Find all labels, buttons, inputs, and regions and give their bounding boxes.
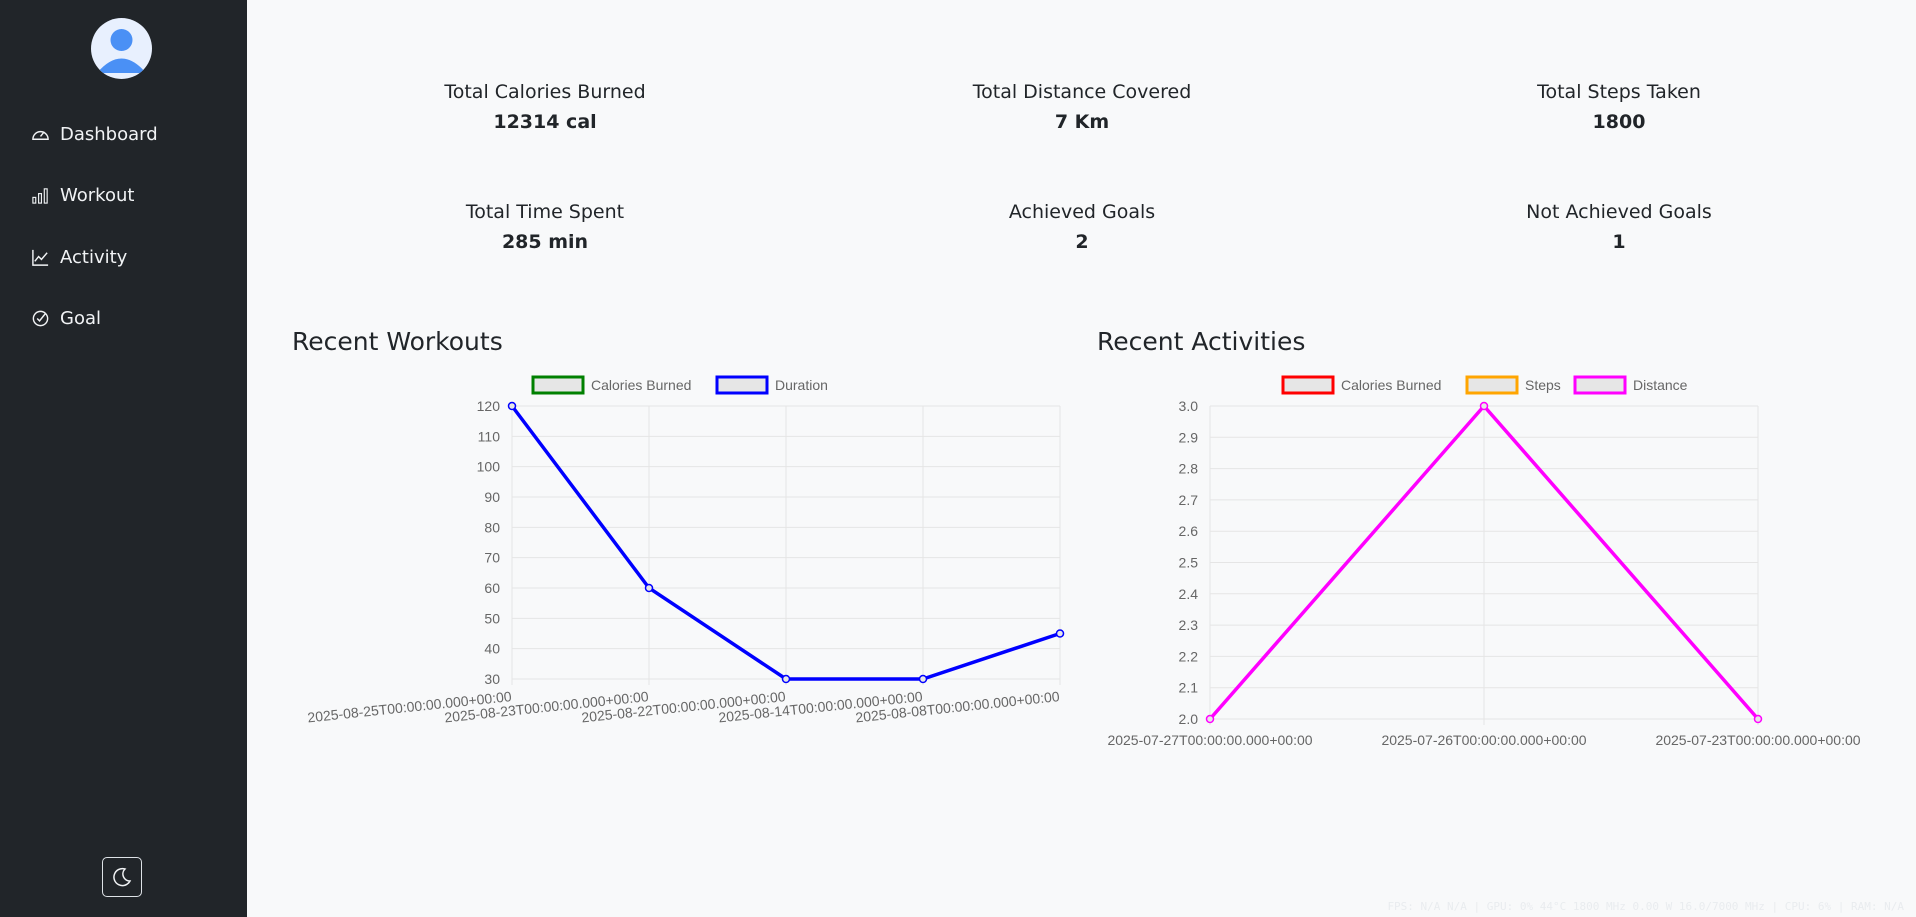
y-tick-label: 100 <box>477 459 501 475</box>
y-tick-label: 2.8 <box>1179 461 1199 477</box>
stat-value: 2 <box>1075 231 1089 253</box>
y-tick-label: 90 <box>484 489 500 505</box>
x-tick-label: 2025-07-27T00:00:00.000+00:00 <box>1107 732 1312 748</box>
y-tick-label: 70 <box>484 550 500 566</box>
y-tick-label: 80 <box>484 519 500 535</box>
stat-label: Total Distance Covered <box>972 81 1192 103</box>
sidebar: Dashboard Workout Activity Goal <box>0 0 247 917</box>
sidebar-item-label: Workout <box>60 185 135 206</box>
sidebar-item-dashboard[interactable]: Dashboard <box>31 124 158 145</box>
legend-swatch[interactable] <box>531 375 585 395</box>
data-point[interactable] <box>507 401 517 411</box>
stat-value: 1800 <box>1592 111 1646 133</box>
recent-workouts-title: Recent Workouts <box>292 327 503 356</box>
x-tick-label: 2025-07-23T00:00:00.000+00:00 <box>1655 732 1860 748</box>
y-tick-label: 2.0 <box>1179 711 1199 727</box>
y-tick-label: 2.4 <box>1179 586 1199 602</box>
sidebar-item-label: Dashboard <box>60 124 158 145</box>
stat-not-achieved-goals: Not Achieved Goals 1 <box>1469 201 1769 253</box>
stat-value: 12314 cal <box>493 111 597 133</box>
theme-toggle-button[interactable] <box>102 857 142 897</box>
stat-value: 285 min <box>501 231 589 253</box>
stat-label: Total Calories Burned <box>444 81 646 103</box>
avatar[interactable] <box>91 18 152 79</box>
y-tick-label: 2.7 <box>1179 492 1199 508</box>
stat-achieved-goals: Achieved Goals 2 <box>932 201 1232 253</box>
stat-distance: Total Distance Covered 7 Km <box>932 81 1232 133</box>
check-circle-icon <box>32 310 49 327</box>
user-icon <box>97 29 146 73</box>
x-tick-label: 2025-07-26T00:00:00.000+00:00 <box>1381 732 1586 748</box>
legend-swatch[interactable] <box>1573 375 1627 395</box>
stat-steps: Total Steps Taken 1800 <box>1469 81 1769 133</box>
y-tick-label: 2.3 <box>1179 617 1199 633</box>
sidebar-item-goal[interactable]: Goal <box>31 308 101 329</box>
y-tick-label: 2.6 <box>1179 523 1199 539</box>
stat-label: Not Achieved Goals <box>1526 201 1712 223</box>
data-point[interactable] <box>1205 714 1215 724</box>
y-tick-label: 40 <box>484 641 500 657</box>
moon-icon <box>113 867 132 887</box>
stat-value: 7 Km <box>1054 111 1110 133</box>
legend-label[interactable]: Calories Burned <box>1341 377 1441 393</box>
legend-label[interactable]: Duration <box>775 377 828 393</box>
stat-label: Total Steps Taken <box>1537 81 1701 103</box>
data-point[interactable] <box>781 674 791 684</box>
sidebar-item-label: Activity <box>60 247 128 268</box>
legend-swatch[interactable] <box>715 375 769 395</box>
sidebar-item-activity[interactable]: Activity <box>31 247 127 268</box>
stat-label: Total Time Spent <box>465 201 625 223</box>
bar-chart-icon <box>32 188 48 204</box>
legend-label[interactable]: Distance <box>1633 377 1688 393</box>
y-tick-label: 2.5 <box>1179 555 1199 571</box>
legend-swatch[interactable] <box>1465 375 1519 395</box>
line-chart-icon <box>32 249 49 266</box>
y-tick-label: 60 <box>484 580 500 596</box>
stat-time: Total Time Spent 285 min <box>395 201 695 253</box>
stat-label: Achieved Goals <box>1008 201 1156 223</box>
sidebar-item-label: Goal <box>60 308 101 329</box>
y-tick-label: 120 <box>477 398 501 414</box>
y-tick-label: 2.9 <box>1179 429 1199 445</box>
sidebar-item-workout[interactable]: Workout <box>31 185 134 206</box>
y-tick-label: 110 <box>478 428 501 444</box>
y-tick-label: 50 <box>484 610 500 626</box>
system-status-overlay: FPS: N/A N/A | GPU: 0% 44°C 1800 MHz 0.0… <box>1387 900 1904 913</box>
legend-label[interactable]: Steps <box>1525 377 1561 393</box>
stat-calories: Total Calories Burned 12314 cal <box>395 81 695 133</box>
data-point[interactable] <box>1479 401 1489 411</box>
legend-label[interactable]: Calories Burned <box>591 377 691 393</box>
data-point[interactable] <box>1055 629 1065 638</box>
y-tick-label: 30 <box>484 671 500 687</box>
data-point[interactable] <box>644 583 654 593</box>
recent-activities-chart: 3.0 2.9 2.8 2.7 2.6 2.5 2.4 2.3 2.2 2.1 2.0 2025-07… <box>1107 375 1861 748</box>
y-tick-label: 2.2 <box>1179 648 1199 664</box>
stat-value: 1 <box>1612 231 1626 253</box>
data-point[interactable] <box>1753 714 1763 724</box>
y-tick-label: 2.1 <box>1179 680 1199 696</box>
speedometer-icon <box>32 131 49 140</box>
y-tick-label: 3.0 <box>1179 398 1199 414</box>
legend-swatch[interactable] <box>1281 375 1335 395</box>
recent-activities-title: Recent Activities <box>1097 327 1306 356</box>
recent-workouts-chart: 120110100908070605040302025-08-25T00:00:… <box>307 375 1065 725</box>
data-point[interactable] <box>918 674 928 684</box>
